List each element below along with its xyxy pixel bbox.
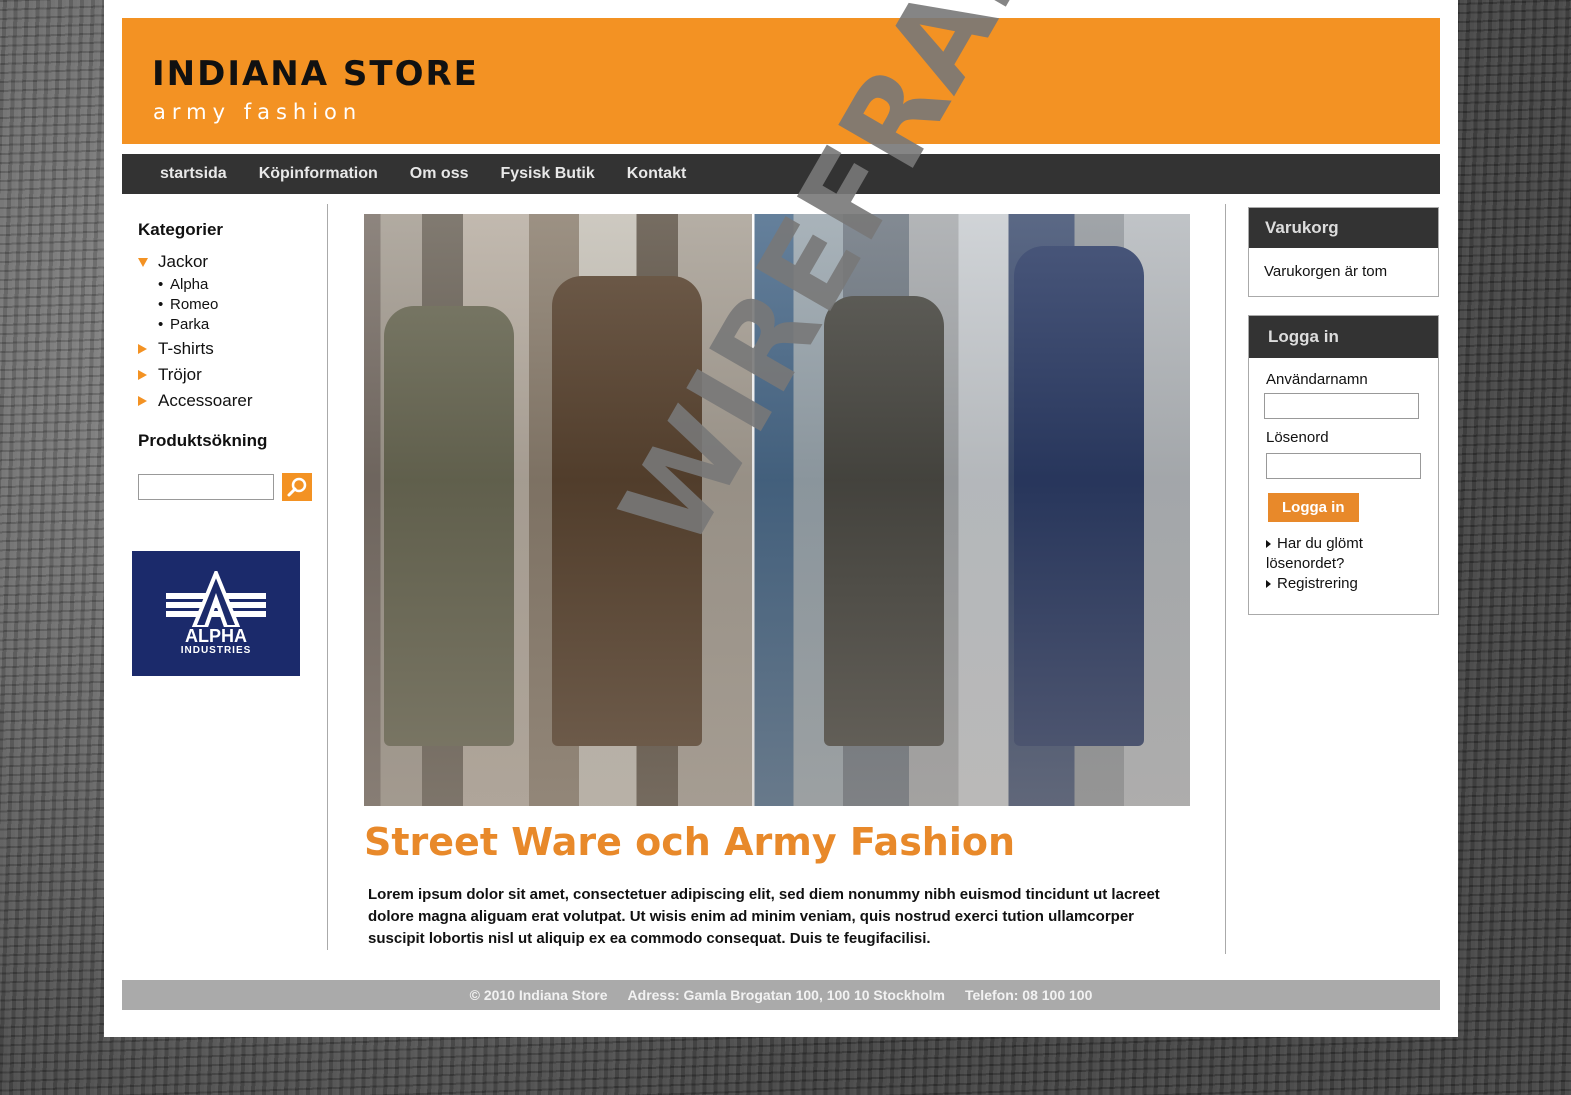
product-search-title: Produktsökning <box>138 431 268 450</box>
page: INDIANA STORE army fashion startsida Köp… <box>104 0 1458 1037</box>
nav-item-om-oss[interactable]: Om oss <box>394 165 485 183</box>
magnifier-icon <box>287 477 307 497</box>
collapsed-arrow-icon <box>138 396 147 406</box>
password-label: Lösenord <box>1266 429 1329 446</box>
forgot-password-link[interactable]: Har du glömt lösenordet? <box>1249 534 1438 574</box>
cart-box: Varukorg Varukorgen är tom <box>1248 207 1439 297</box>
collapsed-arrow-icon <box>138 370 147 380</box>
nav-item-kopinformation[interactable]: Köpinformation <box>243 165 394 183</box>
subcategory-list: Alpha Romeo Parka <box>158 276 267 333</box>
model-figure-3 <box>824 296 944 746</box>
main-content: Street Ware och Army Fashion Lorem ipsum… <box>364 214 1190 954</box>
category-accessoarer[interactable]: Accessoarer <box>138 391 267 411</box>
login-title: Logga in <box>1249 316 1438 358</box>
brand-logo[interactable]: INDIANA STORE <box>152 54 479 94</box>
category-trojor[interactable]: Tröjor <box>138 365 267 385</box>
header-banner: INDIANA STORE army fashion <box>122 18 1440 144</box>
brand-tagline: army fashion <box>153 100 363 124</box>
main-heading: Street Ware och Army Fashion <box>364 820 1016 864</box>
left-sidebar: Kategorier Jackor Alpha Romeo Parka T-sh… <box>122 204 328 950</box>
collapsed-arrow-icon <box>138 344 147 354</box>
username-input[interactable] <box>1264 393 1419 419</box>
hero-image <box>364 214 1190 806</box>
nav-item-fysisk-butik[interactable]: Fysisk Butik <box>484 165 610 183</box>
category-tshirts[interactable]: T-shirts <box>138 339 267 359</box>
password-input[interactable] <box>1266 453 1421 479</box>
ad-logo-line1: ALPHA <box>185 626 247 646</box>
login-box: Logga in Användarnamn Lösenord Logga in … <box>1248 315 1439 615</box>
model-figure-2 <box>552 276 702 746</box>
small-arrow-icon <box>1266 540 1271 549</box>
footer-phone: Telefon: 08 100 100 <box>965 987 1093 1003</box>
subcategory-parka[interactable]: Parka <box>158 316 267 333</box>
model-figure-4 <box>1014 246 1144 746</box>
cart-status: Varukorgen är tom <box>1264 263 1388 280</box>
cart-title: Varukorg <box>1249 208 1438 248</box>
subcategory-romeo[interactable]: Romeo <box>158 296 267 313</box>
subcategory-alpha[interactable]: Alpha <box>158 276 267 293</box>
username-label: Användarnamn <box>1266 371 1368 388</box>
expanded-arrow-icon <box>138 258 148 267</box>
nav-item-kontakt[interactable]: Kontakt <box>611 165 703 183</box>
footer-address: Adress: Gamla Brogatan 100, 100 10 Stock… <box>627 987 945 1003</box>
footer: © 2010 Indiana Store Adress: Gamla Broga… <box>122 980 1440 1010</box>
main-body-text: Lorem ipsum dolor sit amet, consectetuer… <box>368 886 1160 947</box>
alpha-industries-ad[interactable]: ALPHA INDUSTRIES <box>132 551 300 676</box>
category-jackor[interactable]: Jackor Alpha Romeo Parka <box>138 252 267 333</box>
login-button[interactable]: Logga in <box>1268 493 1359 522</box>
ad-logo-line2: INDUSTRIES <box>180 645 252 656</box>
product-search-input[interactable] <box>138 474 274 500</box>
nav-item-startsida[interactable]: startsida <box>144 165 243 183</box>
model-figure-1 <box>384 306 514 746</box>
register-link[interactable]: Registrering <box>1249 574 1438 594</box>
small-arrow-icon <box>1266 580 1271 589</box>
category-list: Jackor Alpha Romeo Parka T-shirts Tröjor <box>138 252 267 411</box>
categories-title: Kategorier <box>138 220 224 239</box>
search-button[interactable] <box>282 473 312 501</box>
footer-copyright: © 2010 Indiana Store <box>469 987 608 1003</box>
right-divider <box>1225 204 1226 954</box>
alpha-industries-logo-icon <box>166 571 266 627</box>
main-nav: startsida Köpinformation Om oss Fysisk B… <box>122 154 1440 194</box>
